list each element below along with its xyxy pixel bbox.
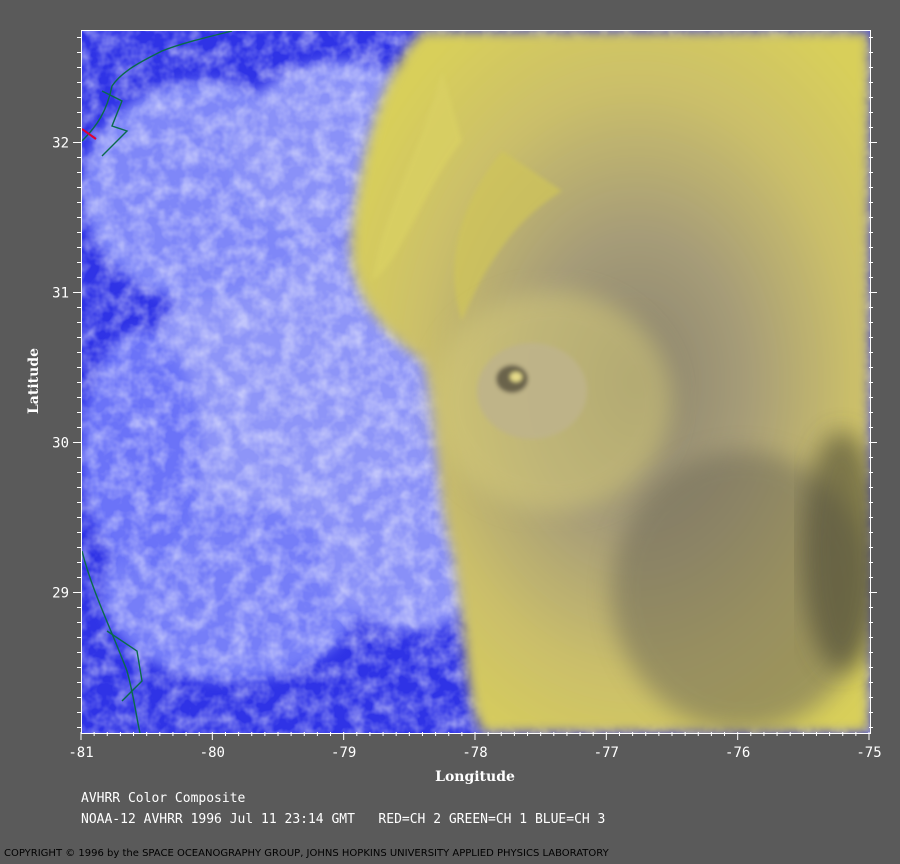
x-tick-label: -76 bbox=[725, 745, 750, 761]
satellite-composite bbox=[82, 31, 870, 733]
y-tick-label: 32 bbox=[52, 136, 69, 152]
x-tick-label: -77 bbox=[594, 745, 619, 761]
x-tick-label: -79 bbox=[331, 745, 356, 761]
x-tick-label: -75 bbox=[856, 745, 881, 761]
y-tick-label: 31 bbox=[52, 286, 69, 302]
caption-title: AVHRR Color Composite bbox=[81, 791, 246, 806]
x-axis-title: Longitude bbox=[435, 769, 515, 785]
satellite-image bbox=[81, 30, 871, 734]
x-tick-label: -81 bbox=[68, 745, 93, 761]
x-tick-label: -80 bbox=[200, 745, 225, 761]
caption-detail: NOAA-12 AVHRR 1996 Jul 11 23:14 GMT RED=… bbox=[81, 812, 606, 827]
x-tick-label: -78 bbox=[462, 745, 487, 761]
copyright-notice: COPYRIGHT © 1996 by the SPACE OCEANOGRAP… bbox=[4, 848, 609, 859]
y-tick-label: 30 bbox=[52, 436, 69, 452]
hurricane-eye bbox=[477, 343, 587, 439]
y-axis-title: Latitude bbox=[26, 348, 42, 414]
y-tick-label: 29 bbox=[52, 586, 69, 602]
